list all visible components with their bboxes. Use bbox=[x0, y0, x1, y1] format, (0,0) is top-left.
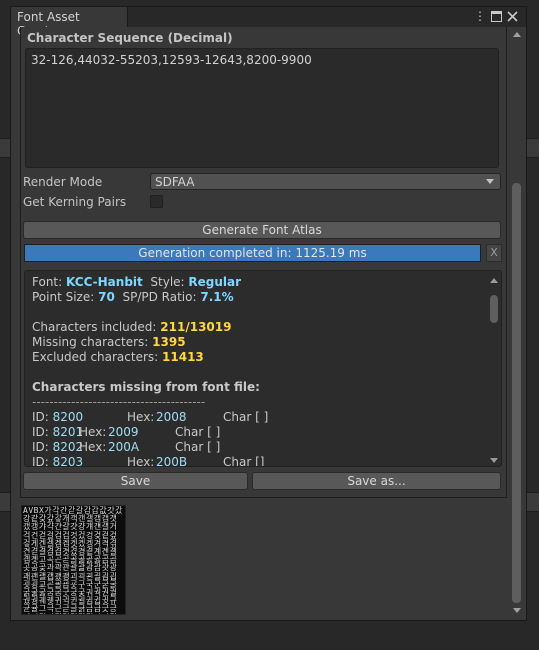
kerning-label: Get Kerning Pairs bbox=[23, 195, 127, 209]
close-icon[interactable] bbox=[505, 9, 519, 24]
excluded-characters-line: Excluded characters: 11413 bbox=[32, 350, 204, 364]
table-row: ID: 8202 Hex: 200A Char [ ] bbox=[32, 440, 221, 454]
font-info-panel: Font: KCC-Hanbit Style: Regular Point Si… bbox=[24, 270, 502, 467]
save-as-button[interactable]: Save as... bbox=[252, 472, 501, 490]
chevron-down-icon bbox=[486, 179, 494, 184]
window-scroll-thumb[interactable] bbox=[512, 183, 521, 603]
scroll-up-icon[interactable] bbox=[490, 278, 498, 283]
clear-progress-button[interactable]: X bbox=[486, 244, 502, 262]
save-button[interactable]: Save bbox=[23, 472, 248, 490]
font-asset-creator-window: Font Asset Creator ⋮ Character Sequence … bbox=[10, 6, 527, 621]
window-tab[interactable]: Font Asset Creator bbox=[11, 7, 128, 38]
info-scrollbar[interactable] bbox=[488, 275, 500, 465]
window-scrollbar[interactable] bbox=[508, 27, 526, 620]
table-row: ID: 8200 Hex: 2008 Char [ ] bbox=[32, 410, 269, 424]
character-sequence-label: Character Sequence (Decimal) bbox=[27, 31, 233, 45]
render-mode-label: Render Mode bbox=[23, 175, 103, 189]
missing-characters-line: Missing characters: 1395 bbox=[32, 335, 186, 349]
table-row: ID: 8201 Hex: 2009 Char [ ] bbox=[32, 425, 221, 439]
scroll-down-icon[interactable] bbox=[490, 458, 498, 463]
scroll-down-icon[interactable] bbox=[513, 608, 521, 613]
character-sequence-value: 32-126,44032-55203,12593-12643,8200-9900 bbox=[31, 53, 312, 67]
characters-included-line: Characters included: 211/13019 bbox=[32, 320, 232, 334]
point-size-line: Point Size: 70 SP/PD Ratio: 7.1% bbox=[32, 290, 234, 304]
maximize-icon[interactable] bbox=[489, 9, 503, 24]
generate-font-atlas-button[interactable]: Generate Font Atlas bbox=[23, 221, 501, 239]
kerning-checkbox[interactable] bbox=[150, 195, 163, 208]
separator: ---------------------------------------- bbox=[32, 395, 206, 409]
table-row: ID: 8203 Hex: 200B Char [] bbox=[32, 455, 265, 467]
missing-header: Characters missing from font file: bbox=[32, 380, 260, 394]
kebab-menu-icon[interactable]: ⋮ bbox=[473, 9, 487, 24]
render-mode-dropdown[interactable]: SDFAA bbox=[150, 173, 501, 190]
info-scroll-thumb[interactable] bbox=[490, 295, 498, 323]
render-mode-value: SDFAA bbox=[155, 175, 195, 189]
generation-progress-bar: Generation completed in: 1125.19 ms bbox=[24, 244, 481, 262]
progress-text: Generation completed in: 1125.19 ms bbox=[138, 246, 367, 260]
scroll-up-icon[interactable] bbox=[513, 32, 521, 37]
font-atlas-preview: AVBX가각간갇갈감갑값갓갔강같갖갚갛개객갠갤갬갭갯갰갱갸갹갼걀걋걍걔걘걜거걱건… bbox=[21, 505, 126, 615]
character-sequence-input[interactable]: 32-126,44032-55203,12593-12643,8200-9900 bbox=[25, 48, 499, 168]
tab-bar: Font Asset Creator ⋮ bbox=[11, 7, 526, 38]
font-line: Font: KCC-Hanbit Style: Regular bbox=[32, 275, 242, 289]
